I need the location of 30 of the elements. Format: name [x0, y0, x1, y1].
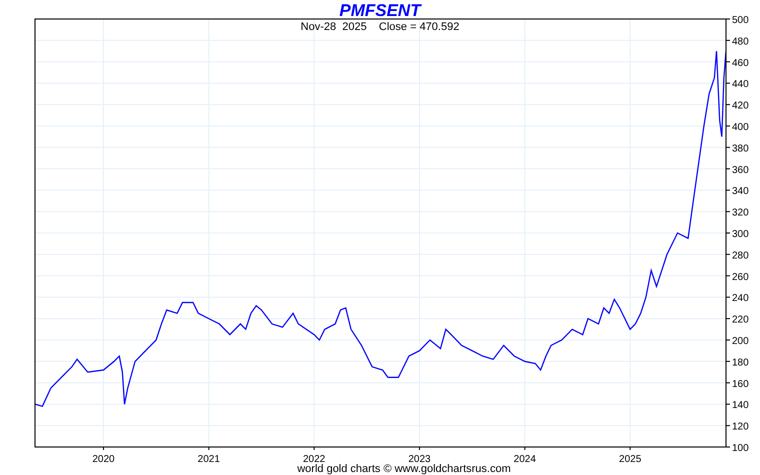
x-axis-label: 2020 [92, 454, 115, 465]
x-axis-label: 2021 [198, 454, 220, 465]
x-axis-label: 2022 [303, 454, 326, 465]
y-axis-label: 440 [732, 79, 749, 90]
y-axis-label: 280 [732, 250, 749, 262]
copyright-footer: world gold charts © www.goldchartsrus.com [297, 463, 511, 475]
y-axis-label: 360 [732, 164, 749, 176]
y-axis-label: 320 [732, 208, 749, 219]
y-axis-label: 120 [732, 422, 749, 433]
y-axis-label: 180 [732, 357, 749, 368]
x-axis-label: 2025 [619, 454, 642, 465]
close-summary: Nov-28 2025 Close = 470.592 [300, 21, 460, 33]
y-axis-label: 480 [732, 36, 749, 48]
y-axis-label: 260 [732, 272, 749, 283]
y-axis-label: 160 [732, 378, 749, 390]
y-axis-label: 460 [732, 58, 749, 69]
y-axis-label: 100 [732, 443, 749, 454]
y-axis-label: 340 [732, 186, 749, 198]
y-axis-label: 140 [732, 400, 749, 412]
y-axis-label: 400 [732, 122, 749, 133]
chart-title: PMFSENT [339, 1, 421, 20]
y-axis-label: 500 [732, 15, 749, 26]
y-axis-label: 200 [732, 336, 749, 347]
x-axis-label: 2023 [408, 454, 431, 465]
x-axis-label: 2024 [514, 454, 536, 465]
y-axis-label: 420 [732, 100, 749, 112]
y-axis-label: 220 [732, 314, 749, 326]
y-axis-label: 240 [732, 293, 749, 304]
y-axis-label: 300 [732, 229, 749, 240]
y-axis-label: 380 [732, 143, 749, 154]
